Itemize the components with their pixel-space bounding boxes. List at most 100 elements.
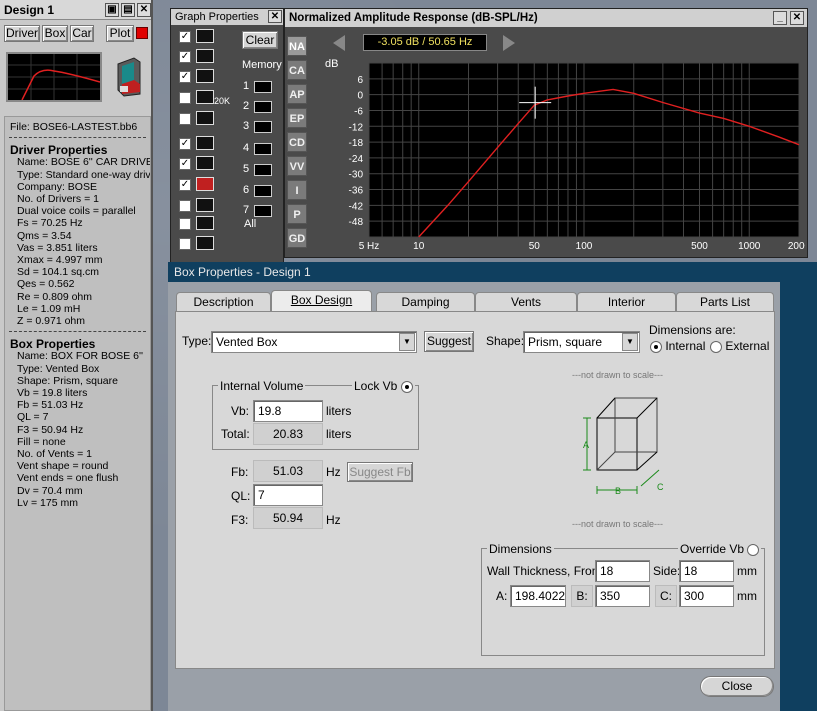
speaker-box-icon[interactable]: [196, 216, 214, 230]
type-label: Type:: [182, 334, 212, 348]
memory-slot-button[interactable]: [254, 81, 272, 93]
mini-response-thumbnail[interactable]: [6, 52, 102, 102]
graph-option-checkbox[interactable]: ✓: [179, 158, 191, 170]
memory-slot-button[interactable]: [254, 143, 272, 155]
radio-icon[interactable]: [710, 340, 722, 353]
graph-tab-gd[interactable]: GD: [287, 228, 307, 248]
graph-option-checkbox[interactable]: ✓: [179, 51, 191, 63]
graph-tab-p[interactable]: P: [287, 204, 307, 224]
memory-slot-button[interactable]: [254, 121, 272, 133]
suggest-button[interactable]: Suggest: [424, 331, 474, 352]
graph-tab-i[interactable]: I: [287, 180, 307, 200]
b-input[interactable]: 350: [595, 585, 650, 607]
tab-description[interactable]: Description: [176, 292, 271, 312]
y-tick-label: -6: [354, 106, 363, 117]
lock-vb-radio[interactable]: Lock Vb: [352, 379, 415, 393]
box-properties-titlebar[interactable]: Box Properties - Design 1: [168, 262, 780, 282]
plot-color-swatch[interactable]: [136, 27, 148, 39]
radio-icon[interactable]: [400, 380, 413, 393]
graph-tab-cd[interactable]: CD: [287, 132, 307, 152]
driver-sound-icon[interactable]: [196, 156, 214, 170]
minimize-icon[interactable]: _: [773, 11, 787, 25]
type-select[interactable]: Vented Box ▼: [211, 331, 417, 353]
wall-front-input[interactable]: 18: [595, 560, 650, 582]
memory-slot-label: 6: [243, 184, 250, 196]
graph-option-checkbox[interactable]: [179, 200, 191, 212]
chevron-down-icon[interactable]: ▼: [399, 333, 415, 351]
box-property-line: Vent ends = one flush: [17, 472, 119, 485]
c-input[interactable]: 300: [679, 585, 734, 607]
internal-radio[interactable]: Internal: [650, 339, 705, 353]
design-titlebar[interactable]: Design 1 ▣ ▤ ✕: [0, 0, 151, 20]
graph-option-checkbox[interactable]: ✓: [179, 179, 191, 191]
plot-button[interactable]: Plot: [106, 25, 134, 42]
amplitude-chart[interactable]: 6 0 -6 -12 -18 -24 -30 -36 -42 -48 5 Hz 10 50 100 500 1…: [309, 55, 805, 255]
memory-slot-button[interactable]: [254, 101, 272, 113]
ql-input[interactable]: 7: [253, 484, 323, 506]
module-icon[interactable]: [196, 236, 214, 250]
close-icon[interactable]: ✕: [790, 11, 804, 25]
total-value: 20.83: [253, 423, 323, 445]
graph-option-checkbox[interactable]: ✓: [179, 31, 191, 43]
speaker-sound-icon[interactable]: [196, 136, 214, 150]
x-tick-label: 50: [529, 241, 541, 252]
graph-option-checkbox[interactable]: [179, 238, 191, 250]
x-tick-label: 500: [691, 241, 708, 252]
graph-option-checkbox[interactable]: ✓: [179, 71, 191, 83]
memory-slot-button[interactable]: [254, 205, 272, 217]
close-button[interactable]: Close: [700, 676, 774, 697]
override-vb-radio[interactable]: Override Vb: [678, 542, 762, 556]
radio-icon[interactable]: [650, 340, 662, 353]
graph-option-checkbox[interactable]: [179, 113, 191, 125]
tab-box-design[interactable]: Box Design: [271, 290, 372, 312]
radio-icon[interactable]: [747, 543, 760, 556]
tab-vents[interactable]: Vents: [475, 292, 577, 312]
mini-response-graph: [8, 54, 101, 101]
shape-select[interactable]: Prism, square ▼: [523, 331, 640, 353]
graph-tab-vv[interactable]: VV: [287, 156, 307, 176]
graph-tab-ep[interactable]: EP: [287, 108, 307, 128]
a-input[interactable]: 198.4022: [510, 585, 566, 607]
all-memory-label[interactable]: All: [244, 218, 256, 230]
scale-icon[interactable]: [196, 69, 214, 83]
external-radio[interactable]: External: [710, 339, 769, 353]
suggest-fb-button[interactable]: Suggest Fb: [347, 462, 413, 482]
cursor-right-arrow-icon[interactable]: [503, 35, 515, 51]
heater-icon[interactable]: [196, 198, 214, 212]
y-tick-label: 0: [357, 91, 363, 102]
range-icon[interactable]: [196, 90, 214, 104]
grid-icon[interactable]: [196, 49, 214, 63]
memory-slot-button[interactable]: [254, 185, 272, 197]
clear-button[interactable]: Clear: [242, 31, 278, 49]
side-input[interactable]: 18: [679, 560, 734, 582]
vb-input[interactable]: 19.8: [253, 400, 323, 422]
speaker-box-icon[interactable]: [114, 56, 142, 98]
chevron-down-icon[interactable]: ▼: [622, 333, 638, 351]
close-icon[interactable]: ✕: [137, 3, 151, 17]
tab-damping[interactable]: Damping: [376, 292, 475, 312]
amplitude-titlebar[interactable]: Normalized Amplitude Response (dB-SPL/Hz…: [285, 9, 807, 27]
tab-parts-list[interactable]: Parts List: [676, 292, 774, 312]
graph-properties-titlebar[interactable]: Graph Properties ✕: [171, 9, 283, 25]
crosshair-icon[interactable]: [196, 29, 214, 43]
graph-option-checkbox[interactable]: ✓: [179, 138, 191, 150]
cursor-left-arrow-icon[interactable]: [333, 35, 345, 51]
amplitude-title: Normalized Amplitude Response (dB-SPL/Hz…: [289, 12, 538, 24]
driver-button[interactable]: Driver: [4, 25, 40, 42]
graph-tab-ca[interactable]: CA: [287, 60, 307, 80]
box-button[interactable]: Box: [42, 25, 68, 42]
graph-option-checkbox[interactable]: [179, 92, 191, 104]
print-icon[interactable]: ▤: [121, 3, 135, 17]
tab-interior[interactable]: Interior: [577, 292, 676, 312]
graph-tab-ap[interactable]: AP: [287, 84, 307, 104]
car-button[interactable]: Car: [70, 25, 94, 42]
y-tick-label: 6: [357, 75, 363, 86]
car-icon[interactable]: [196, 177, 214, 191]
export-icon[interactable]: [196, 111, 214, 125]
save-icon[interactable]: ▣: [105, 3, 119, 17]
wall-front-label: Wall Thickness, Front:: [487, 564, 606, 578]
graph-option-checkbox[interactable]: [179, 218, 191, 230]
memory-slot-button[interactable]: [254, 164, 272, 176]
graph-tab-na[interactable]: NA: [287, 36, 307, 56]
close-icon[interactable]: ✕: [268, 10, 282, 23]
